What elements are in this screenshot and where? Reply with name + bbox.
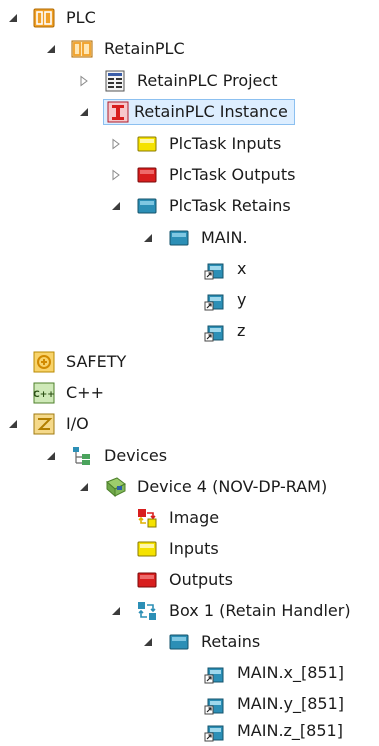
io-icon [32,412,56,436]
svg-text:C++: C++ [33,390,55,400]
safety-icon [32,350,56,374]
plc-project-icon [70,37,94,61]
tree-item-label: SAFETY [66,352,127,371]
cpp-icon: C++ [32,381,56,405]
collapse-triangle-icon[interactable] [77,480,91,494]
tree-item-label: Image [169,508,220,527]
variable-icon [203,692,227,716]
collapse-triangle-icon[interactable] [77,105,91,119]
tree-item-label: Inputs [169,539,219,558]
device-icon [103,475,127,499]
tree-item-label: Retains [201,632,261,651]
retains-icon [135,194,159,218]
tree-item-label: Box 1 (Retain Handler) [169,601,351,620]
tree-item-label: Device 4 (NOV-DP-RAM) [137,477,328,496]
collapse-triangle-icon[interactable] [44,449,58,463]
solution-tree: PLC RetainPLC RetainPLC Project RetainPLC I… [0,0,379,744]
variable-icon [203,288,227,312]
tree-item-inputs[interactable]: Inputs [109,534,221,564]
tree-item-label: MAIN.x_[851] [237,663,345,682]
collapse-triangle-icon[interactable] [141,231,155,245]
collapse-triangle-icon[interactable] [141,635,155,649]
tree-item-plctask-retains[interactable]: PlcTask Retains [109,191,293,221]
variable-icon [203,319,227,343]
tree-item-plc[interactable]: PLC [6,3,98,33]
tree-item-label: y [237,290,247,309]
tree-item-y[interactable]: y [177,285,248,315]
tree-item-x[interactable]: x [177,254,248,284]
tree-item-outputs[interactable]: Outputs [109,565,235,595]
tree-item-retainplc-instance[interactable]: RetainPLC Instance [77,97,295,127]
tree-item-label: RetainPLC Project [137,71,278,90]
collapse-triangle-icon[interactable] [44,42,58,56]
tree-item-label: I/O [66,414,89,433]
tree-item-label: Outputs [169,570,233,589]
tree-item-main-y-851[interactable]: MAIN.y_[851] [177,689,346,719]
collapse-triangle-icon[interactable] [109,604,123,618]
retains-icon [167,630,191,654]
tree-item-label: RetainPLC [104,39,185,58]
image-icon [135,506,159,530]
tree-item-image[interactable]: Image [109,503,221,533]
expand-triangle-icon[interactable] [77,74,91,88]
tree-item-safety[interactable]: SAFETY [6,347,128,377]
expand-triangle-icon[interactable] [109,137,123,151]
tree-item-z[interactable]: z [177,316,247,346]
retains-icon [167,226,191,250]
variable-icon [203,661,227,685]
outputs-icon [135,568,159,592]
tree-item-retains[interactable]: Retains [141,627,262,657]
tree-item-main-x-851[interactable]: MAIN.x_[851] [177,658,346,688]
tree-item-retainplc[interactable]: RetainPLC [44,34,187,64]
expand-triangle-icon[interactable] [109,168,123,182]
tree-item-devices[interactable]: Devices [44,441,169,471]
tree-item-main[interactable]: MAIN. [141,223,250,253]
variable-icon [203,257,227,281]
tree-item-label: PlcTask Retains [169,196,291,215]
collapse-triangle-icon[interactable] [6,11,20,25]
tree-item-label: x [237,259,247,278]
tree-item-box-1-retain-handler[interactable]: Box 1 (Retain Handler) [109,596,353,626]
tree-item-plctask-inputs[interactable]: PlcTask Inputs [109,129,283,159]
tree-item-c[interactable]: C++ C++ [6,378,106,408]
inputs-icon [135,132,159,156]
tree-item-label: MAIN. [201,228,248,247]
tree-item-plctask-outputs[interactable]: PlcTask Outputs [109,160,297,190]
tree-item-label: C++ [66,383,104,402]
tree-item-device-4-nov-dp-ram[interactable]: Device 4 (NOV-DP-RAM) [77,472,329,502]
tree-item-label: z [237,321,246,340]
box-icon [135,599,159,623]
tree-item-label: RetainPLC Instance [130,99,295,125]
tree-item-label: Devices [104,446,168,465]
variable-icon [203,719,227,743]
collapse-triangle-icon[interactable] [6,417,20,431]
plc-instance-icon [103,99,130,125]
devices-icon [70,444,94,468]
outputs-icon [135,163,159,187]
tree-item-label: PlcTask Outputs [169,165,296,184]
tree-item-main-z-851[interactable]: MAIN.z_[851] [177,716,345,746]
tree-item-label: PlcTask Inputs [169,134,282,153]
tree-item-retainplc-project[interactable]: RetainPLC Project [77,66,279,96]
inputs-icon [135,537,159,561]
collapse-triangle-icon[interactable] [109,199,123,213]
tree-item-i-o[interactable]: I/O [6,409,91,439]
tree-item-label: MAIN.y_[851] [237,694,345,713]
plc-icon [32,6,56,30]
tree-item-label: PLC [66,8,96,27]
tree-item-label: MAIN.z_[851] [237,721,343,740]
project-file-icon [103,69,127,93]
